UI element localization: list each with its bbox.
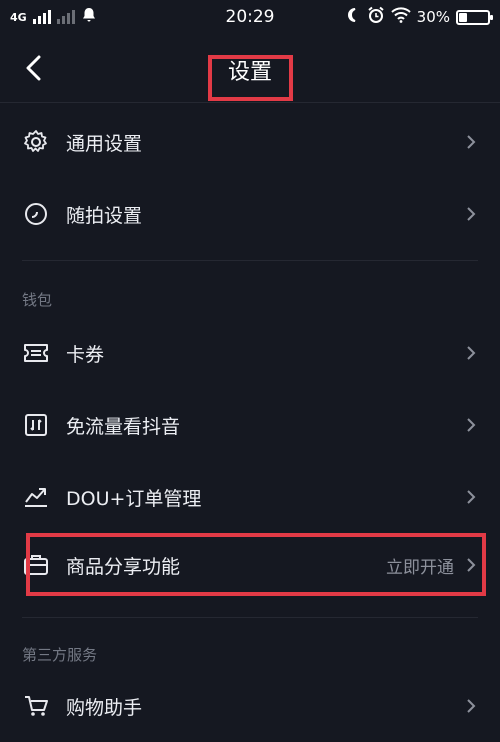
- settings-item-label: DOU+订单管理: [66, 487, 202, 510]
- chevron-right-icon: [464, 697, 478, 715]
- network-type: 4G: [10, 10, 27, 24]
- moon-icon: [345, 7, 361, 27]
- wallet-item-coupons[interactable]: 卡券: [0, 317, 500, 389]
- section-label-third-party: 第三方服务: [22, 646, 98, 664]
- settings-item-label: 通用设置: [66, 132, 143, 155]
- section-divider: [22, 260, 478, 261]
- battery-level: [459, 12, 467, 22]
- third-party-item-shopping-assistant[interactable]: 购物助手: [0, 670, 500, 742]
- notification-bell-icon: [81, 7, 97, 27]
- battery-icon: [456, 9, 493, 25]
- chevron-right-icon: [464, 344, 478, 362]
- ticket-icon: [22, 339, 50, 367]
- chevron-right-icon: [464, 133, 478, 151]
- section-label-wallet: 钱包: [22, 291, 53, 309]
- battery-percent: 30%: [416, 8, 450, 26]
- status-bar: 4G 20:29 30%: [0, 0, 500, 34]
- settings-item-label: 卡券: [66, 343, 105, 366]
- settings-item-label: 购物助手: [66, 696, 143, 719]
- settings-item-capture[interactable]: 随拍设置: [0, 178, 500, 250]
- status-right: 30%: [345, 6, 493, 28]
- settings-item-label: 免流量看抖音: [66, 415, 181, 438]
- signal-icon: [32, 10, 51, 24]
- camera-circle-icon: [22, 200, 50, 228]
- gear-icon: [22, 128, 50, 156]
- settings-item-label: 随拍设置: [66, 204, 143, 227]
- product-share-highlight-box: [26, 533, 486, 596]
- data-card-icon: [22, 411, 50, 439]
- wallet-item-dou-orders[interactable]: DOU+订单管理: [0, 461, 500, 533]
- settings-item-general[interactable]: 通用设置: [0, 106, 500, 178]
- section-divider: [22, 617, 478, 618]
- wifi-icon: [390, 7, 411, 27]
- chevron-right-icon: [464, 205, 478, 223]
- wallet-item-free-data[interactable]: 免流量看抖音: [0, 389, 500, 461]
- trend-chart-icon: [22, 483, 50, 511]
- nav-bar: 设置: [0, 34, 500, 103]
- alarm-icon: [367, 6, 385, 28]
- chevron-right-icon: [464, 416, 478, 434]
- status-left: 4G: [10, 7, 97, 27]
- title-highlight-box: [208, 55, 293, 101]
- signal-icon: [56, 10, 75, 24]
- chevron-right-icon: [464, 488, 478, 506]
- shopping-cart-icon: [22, 692, 50, 720]
